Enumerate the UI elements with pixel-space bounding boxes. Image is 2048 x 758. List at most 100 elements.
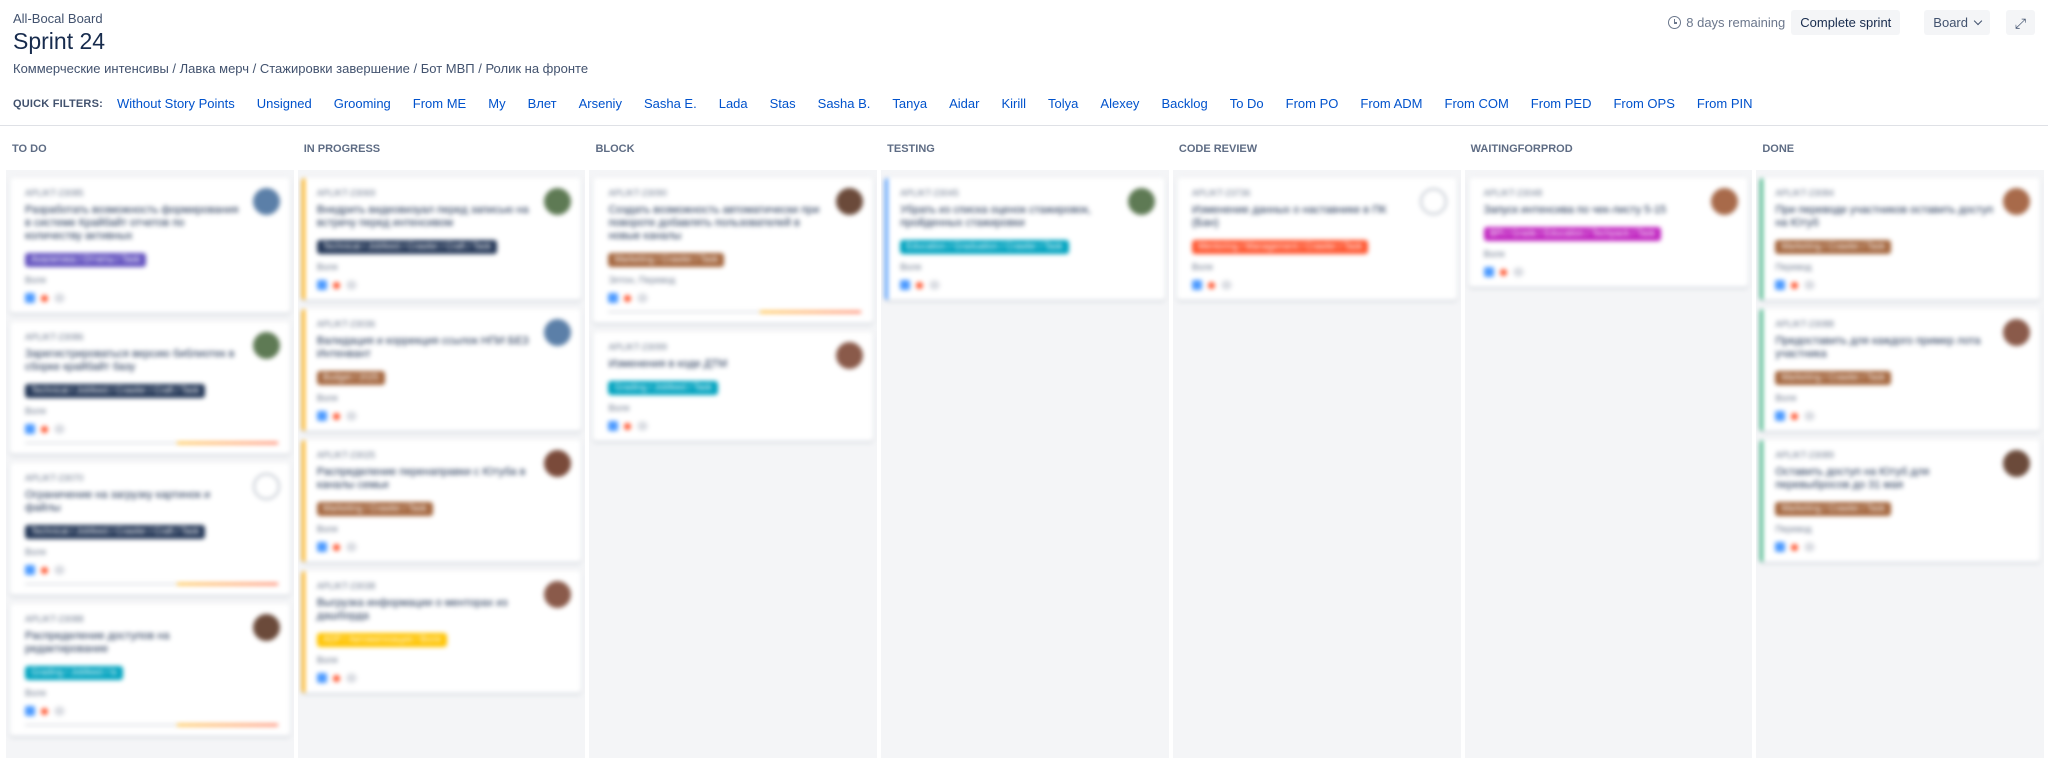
issue-card[interactable]: APLIKT-23069 Внедрить видеовизуал перед з… [301, 178, 582, 300]
issue-card[interactable]: APLIKT-23070 Ограничение на загрузку карт… [10, 463, 290, 595]
quick-filter-link[interactable]: Lada [719, 96, 748, 111]
quick-filter-link[interactable]: Arseniy [579, 96, 622, 111]
issue-subtext: Воля [1483, 249, 1505, 259]
issue-key: APLIKT-23048 [1483, 188, 1543, 198]
quick-filter-link[interactable]: From PED [1531, 96, 1592, 111]
quick-filter-link[interactable]: From OPS [1613, 96, 1674, 111]
quick-filter-link[interactable]: Sasha E. [644, 96, 697, 111]
quick-filter-link[interactable]: Aidar [949, 96, 979, 111]
issue-card[interactable]: APLIKT-23088 Распределение доступов на ре… [10, 604, 290, 736]
quick-filter-link[interactable]: Alexey [1100, 96, 1139, 111]
issue-key: APLIKT-23085 [25, 188, 84, 198]
quick-filter-link[interactable]: Влет [528, 96, 557, 111]
board-view-dropdown[interactable]: Board [1924, 10, 1990, 35]
assignee-avatar[interactable] [836, 342, 864, 369]
issue-card[interactable]: APLIKT-23089 Оставить доступ на Ютуб для … [1760, 440, 2041, 562]
remaining-text: 8 days remaining [1686, 15, 1786, 30]
issue-card[interactable]: APLIKT-23025 Распределение перенаправки с… [301, 440, 582, 562]
priority-icon [332, 674, 340, 682]
quick-filter-link[interactable]: Stas [770, 96, 796, 111]
assignee-avatar[interactable] [252, 614, 280, 641]
issue-meta: · [316, 542, 570, 552]
issue-key: APLIKT-23025 [316, 450, 376, 460]
column-header: CODE REVIEW [1172, 126, 1461, 170]
assignee-avatar[interactable] [2003, 450, 2031, 477]
quick-filter-list: Without Story Points Unsigned Grooming From… [117, 96, 1775, 111]
issue-card[interactable]: APLIKT-23045 Убрать из списка оценок стаж… [885, 178, 1165, 300]
estimate-badge: · [1804, 542, 1816, 552]
assignee-avatar[interactable] [544, 319, 572, 346]
issue-card[interactable]: APLIKT-23099 Изменения в коде ДТМ Grading … [593, 332, 874, 441]
column-body: APLIKT-23085 Разработать возможность форм… [6, 170, 294, 758]
subtask-progress-bar [25, 442, 278, 444]
quick-filter-link[interactable]: Grooming [334, 96, 391, 111]
expand-button[interactable]: ⤢ [2006, 10, 2035, 35]
quick-filter-link[interactable]: Sasha B. [818, 96, 871, 111]
issue-subtext: Перевод [1775, 524, 1812, 534]
assignee-avatar[interactable] [836, 188, 864, 215]
assignee-avatar[interactable] [544, 450, 572, 477]
complete-sprint-button[interactable]: Complete sprint [1791, 10, 1901, 35]
quick-filter-link[interactable]: Tolya [1048, 96, 1078, 111]
assignee-avatar[interactable] [1419, 188, 1447, 215]
assignee-avatar[interactable] [544, 581, 572, 608]
quick-filter-link[interactable]: To Do [1230, 96, 1264, 111]
quick-filter-link[interactable]: Without Story Points [117, 96, 235, 111]
issue-summary: Убрать из списка оценок стажировок, прой… [900, 204, 1092, 229]
priority-icon [916, 281, 924, 289]
issue-summary: Запуск интенсива по чек-листу 5-15 [1483, 204, 1667, 216]
board-column: TESTING APLIKT-23045 Убрать из списка оцен… [881, 126, 1169, 758]
subtask-progress-bar [25, 724, 278, 726]
issue-label: Grading / Jobfeed / Is [25, 666, 124, 680]
quick-filters: QUICK FILTERS: Without Story Points Unsig… [13, 96, 1775, 111]
quick-filter-link[interactable]: From COM [1445, 96, 1509, 111]
top-actions: 8 days remaining Complete sprint Board ⤢ [1668, 10, 2035, 35]
issue-key: APLIKT-23084 [1775, 188, 1834, 198]
issue-card[interactable]: APLIKT-23086 Зарегистрироваться версию би… [10, 322, 290, 454]
assignee-avatar[interactable] [2003, 319, 2031, 346]
quick-filter-link[interactable]: From PIN [1697, 96, 1753, 111]
chevron-down-icon [1973, 16, 1983, 25]
assignee-avatar[interactable] [252, 332, 280, 359]
issue-type-icon [25, 565, 35, 575]
issue-summary: Выгрузка информации о менторах из дашбор… [316, 597, 508, 622]
issue-card[interactable]: APLIKT-23036 Валидация и коррекция ссылок… [301, 309, 582, 431]
issue-card[interactable]: APLIKT-23090 Создать возможность автомати… [593, 178, 874, 323]
issue-key: APLIKT-23090 [608, 188, 667, 198]
priority-icon [624, 422, 632, 430]
quick-filter-link[interactable]: Tanya [892, 96, 927, 111]
assignee-avatar[interactable] [1127, 188, 1155, 215]
quick-filter-link[interactable]: My [488, 96, 505, 111]
issue-card[interactable]: APLIKT-23736 Изменение данных о наставник… [1176, 178, 1457, 300]
assignee-avatar[interactable] [252, 188, 280, 215]
issue-label: Marketing / Crawler / Task [1775, 502, 1892, 516]
issue-meta: · [1775, 542, 2028, 552]
estimate-badge: · [1804, 280, 1816, 290]
issue-summary: Валидация и коррекция ссылок НПИ БЕЗ Инт… [316, 335, 529, 360]
issue-key: APLIKT-23069 [316, 188, 376, 198]
column-body: APLIKT-23090 Создать возможность автомати… [589, 170, 878, 758]
assignee-avatar[interactable] [1711, 188, 1739, 215]
issue-card[interactable]: APLIKT-23038 Выгрузка информации о ментор… [301, 571, 582, 693]
issue-type-icon [316, 411, 327, 421]
issue-subtext: Воля [316, 262, 338, 272]
quick-filter-link[interactable]: Kirill [1001, 96, 1026, 111]
issue-card[interactable]: APLIKT-23048 Запуск интенсива по чек-лист… [1468, 178, 1749, 287]
issue-key: APLIKT-23086 [25, 332, 84, 342]
quick-filter-link[interactable]: Unsigned [257, 96, 312, 111]
column-header: TESTING [881, 126, 1169, 170]
priority-icon [41, 566, 48, 574]
quick-filters-label: QUICK FILTERS: [13, 97, 103, 110]
quick-filter-link[interactable]: Backlog [1161, 96, 1207, 111]
issue-type-icon [1775, 542, 1786, 552]
issue-card[interactable]: APLIKT-23085 Разработать возможность форм… [10, 178, 290, 313]
issue-card[interactable]: APLIKT-23084 При переводе участников оста… [1760, 178, 2041, 300]
issue-card[interactable]: APLIKT-23088 Предоставить для каждого при… [1760, 309, 2041, 431]
quick-filter-link[interactable]: From ADM [1360, 96, 1422, 111]
assignee-avatar[interactable] [252, 473, 280, 500]
quick-filter-link[interactable]: From ME [413, 96, 466, 111]
assignee-avatar[interactable] [2003, 188, 2031, 215]
issue-summary: Разработать возможность формирования в с… [25, 204, 239, 242]
assignee-avatar[interactable] [544, 188, 572, 215]
quick-filter-link[interactable]: From PO [1286, 96, 1339, 111]
